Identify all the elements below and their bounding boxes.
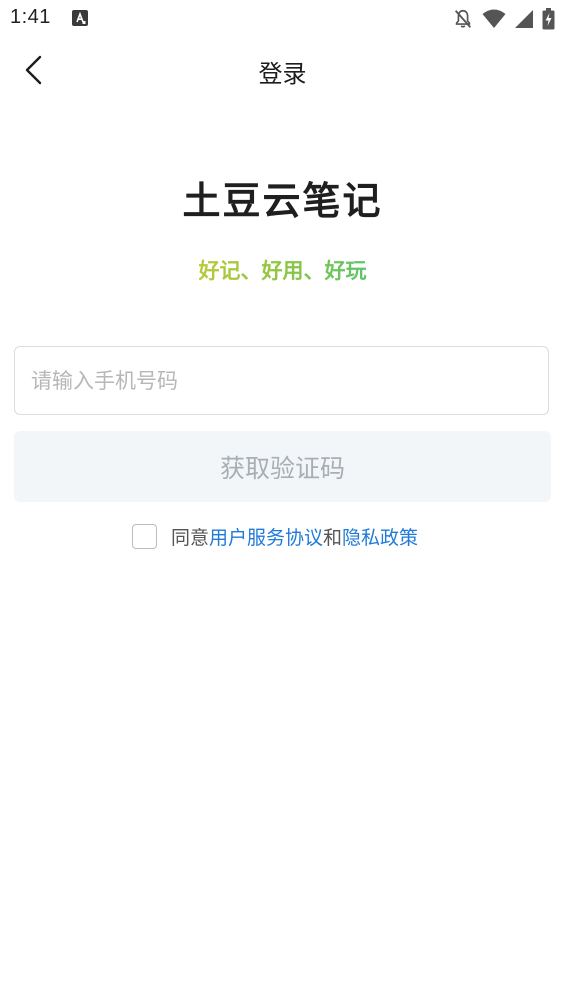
agree-conjunction: 和 xyxy=(323,526,343,549)
signal-icon xyxy=(514,9,534,29)
agreement-row: 同意 用户服务协议 和 隐私政策 xyxy=(132,522,418,550)
status-bar: 1:41 xyxy=(0,0,565,38)
battery-charging-icon xyxy=(542,8,555,30)
wifi-icon xyxy=(482,8,506,30)
agree-prefix: 同意 xyxy=(171,526,210,549)
status-icons xyxy=(452,7,555,31)
terms-link[interactable]: 用户服务协议 xyxy=(209,523,323,550)
phone-field xyxy=(14,346,549,415)
nav-bar: 登录 xyxy=(0,38,565,106)
app-name: 土豆云笔记 xyxy=(182,179,383,223)
status-time: 1:41 xyxy=(10,6,51,28)
slogan: 好记、好用、好玩 xyxy=(0,255,565,285)
slogan-text: 好记、好用、好玩 xyxy=(198,259,367,283)
bell-off-icon xyxy=(452,8,474,30)
a-notification-icon xyxy=(72,10,88,26)
phone-input[interactable] xyxy=(15,347,548,414)
privacy-link[interactable]: 隐私政策 xyxy=(342,523,418,550)
agree-checkbox[interactable] xyxy=(132,523,157,549)
get-code-button[interactable]: 获取验证码 xyxy=(14,431,551,502)
page-title: 登录 xyxy=(258,60,307,88)
